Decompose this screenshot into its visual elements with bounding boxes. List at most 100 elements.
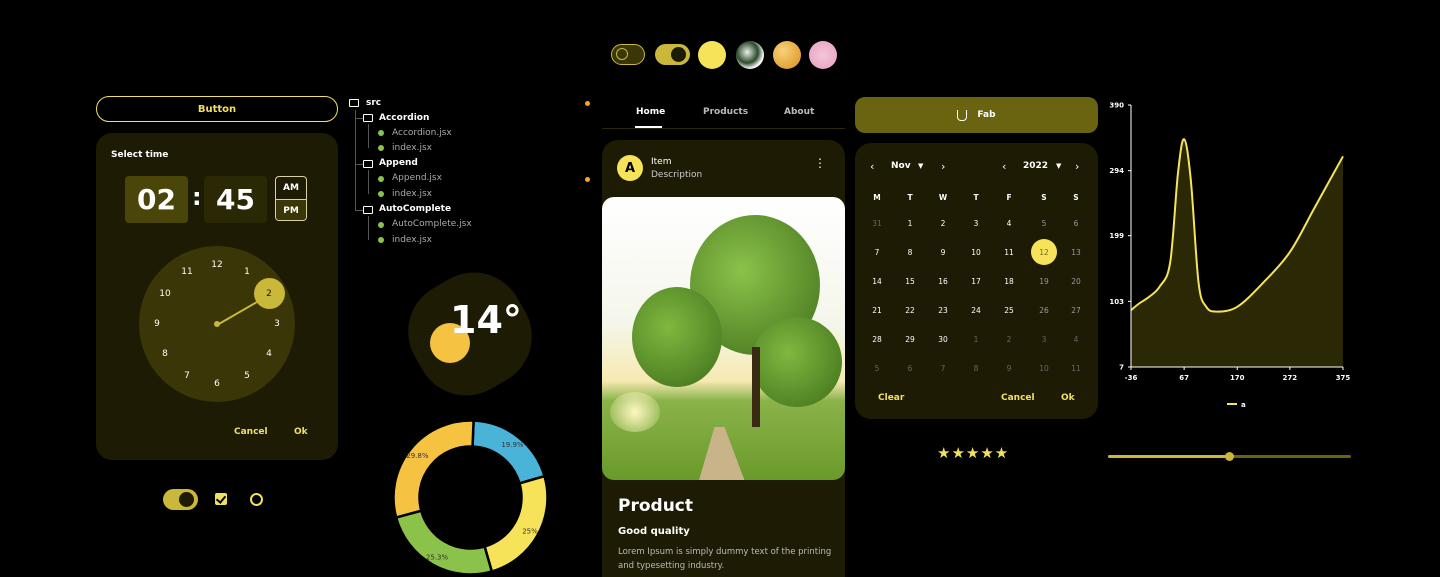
pm-option[interactable]: PM [276, 200, 306, 220]
calendar-day[interactable]: 7 [864, 239, 890, 265]
outline-button[interactable]: Button [96, 96, 338, 122]
calendar-day[interactable]: 4 [996, 210, 1022, 236]
clock-face[interactable]: 12 1 2 3 4 5 6 7 8 9 10 11 [139, 246, 295, 402]
tab-home[interactable]: Home [636, 107, 665, 117]
checkbox[interactable] [215, 493, 227, 505]
radio-button[interactable] [250, 493, 263, 506]
tree-root[interactable]: src [366, 98, 381, 108]
tree-file[interactable]: index.jsx [392, 189, 432, 199]
chevron-down-icon[interactable]: ▼ [918, 162, 923, 170]
month-select[interactable]: Nov [891, 161, 911, 171]
calendar-day[interactable]: 7 [930, 355, 956, 381]
tree-file[interactable]: Append.jsx [392, 173, 442, 183]
calendar-day[interactable]: 15 [897, 268, 923, 294]
calendar-day[interactable]: 30 [930, 326, 956, 352]
fab-button[interactable]: Fab [855, 97, 1098, 133]
clock-number[interactable]: 2 [262, 289, 276, 299]
calendar-day[interactable]: 24 [963, 297, 989, 323]
tree-folder[interactable]: AutoComplete [379, 204, 451, 214]
switch[interactable] [163, 489, 198, 510]
prev-month-icon[interactable]: ‹ [870, 160, 874, 173]
clock-number[interactable]: 1 [240, 267, 254, 277]
calendar-day[interactable]: 1 [897, 210, 923, 236]
donut-slice[interactable] [471, 419, 547, 485]
clock-number[interactable]: 11 [180, 267, 194, 277]
am-option[interactable]: AM [276, 177, 306, 200]
calendar-day[interactable]: 10 [1031, 355, 1057, 381]
calendar-day[interactable]: 8 [897, 239, 923, 265]
color-swatch-pink[interactable] [809, 41, 837, 69]
donut-slice[interactable] [483, 474, 548, 574]
tree-folder[interactable]: Accordion [379, 113, 429, 123]
hour-field[interactable]: 02 [125, 176, 188, 223]
clock-number[interactable]: 9 [150, 319, 164, 329]
slider-thumb[interactable] [1225, 452, 1234, 461]
color-swatch-yellow[interactable] [698, 41, 726, 69]
star-rating[interactable]: ★★★★★ [937, 444, 1009, 462]
clock-number[interactable]: 7 [180, 371, 194, 381]
calendar-day[interactable]: 3 [1031, 326, 1057, 352]
clock-number[interactable]: 8 [158, 349, 172, 359]
calendar-day[interactable]: 10 [963, 239, 989, 265]
time-ok-button[interactable]: Ok [294, 427, 308, 437]
calendar-day[interactable]: 20 [1063, 268, 1089, 294]
calendar-day[interactable]: 14 [864, 268, 890, 294]
calendar-day[interactable]: 2 [996, 326, 1022, 352]
calendar-day[interactable]: 16 [930, 268, 956, 294]
next-month-icon[interactable]: › [941, 160, 945, 173]
color-swatch-orange[interactable] [773, 41, 801, 69]
clock-number[interactable]: 12 [210, 260, 224, 270]
tree-folder[interactable]: Append [379, 158, 418, 168]
prev-year-icon[interactable]: ‹ [1002, 160, 1006, 173]
time-cancel-button[interactable]: Cancel [234, 427, 268, 437]
calendar-day[interactable]: 19 [1031, 268, 1057, 294]
tree-file[interactable]: AutoComplete.jsx [392, 219, 472, 229]
calendar-day[interactable]: 2 [930, 210, 956, 236]
theme-toggle-light[interactable] [655, 44, 690, 65]
calendar-cancel-button[interactable]: Cancel [1001, 393, 1035, 403]
donut-slice[interactable] [394, 509, 494, 576]
clock-number[interactable]: 10 [158, 289, 172, 299]
calendar-day[interactable]: 11 [1063, 355, 1089, 381]
clock-number[interactable]: 6 [210, 379, 224, 389]
calendar-day[interactable]: 5 [864, 355, 890, 381]
calendar-day[interactable]: 26 [1031, 297, 1057, 323]
color-swatch-leaf[interactable] [736, 41, 764, 69]
clock-number[interactable]: 3 [270, 319, 284, 329]
calendar-day[interactable]: 18 [996, 268, 1022, 294]
next-year-icon[interactable]: › [1075, 160, 1079, 173]
year-select[interactable]: 2022 [1023, 161, 1048, 171]
tree-file[interactable]: index.jsx [392, 143, 432, 153]
calendar-day[interactable]: 17 [963, 268, 989, 294]
calendar-day[interactable]: 27 [1063, 297, 1089, 323]
tab-products[interactable]: Products [703, 107, 748, 117]
calendar-day[interactable]: 6 [1063, 210, 1089, 236]
donut-slice[interactable] [393, 419, 475, 519]
more-icon[interactable]: ⋮ [814, 157, 826, 175]
clock-number[interactable]: 5 [240, 371, 254, 381]
calendar-day[interactable]: 11 [996, 239, 1022, 265]
calendar-clear-button[interactable]: Clear [878, 393, 904, 403]
calendar-day[interactable]: 6 [897, 355, 923, 381]
calendar-day[interactable]: 31 [864, 210, 890, 236]
calendar-ok-button[interactable]: Ok [1061, 393, 1075, 403]
calendar-day[interactable]: 22 [897, 297, 923, 323]
calendar-day[interactable]: 8 [963, 355, 989, 381]
calendar-day[interactable]: 12 [1031, 239, 1057, 265]
tree-file[interactable]: Accordion.jsx [392, 128, 452, 138]
calendar-day[interactable]: 3 [963, 210, 989, 236]
clock-number[interactable]: 4 [262, 349, 276, 359]
calendar-day[interactable]: 1 [963, 326, 989, 352]
tree-file[interactable]: index.jsx [392, 235, 432, 245]
calendar-day[interactable]: 21 [864, 297, 890, 323]
minute-field[interactable]: 45 [204, 176, 267, 223]
calendar-day[interactable]: 25 [996, 297, 1022, 323]
calendar-day[interactable]: 9 [996, 355, 1022, 381]
calendar-day[interactable]: 23 [930, 297, 956, 323]
calendar-day[interactable]: 29 [897, 326, 923, 352]
calendar-day[interactable]: 13 [1063, 239, 1089, 265]
am-pm-toggle[interactable]: AM PM [275, 176, 307, 221]
calendar-day[interactable]: 28 [864, 326, 890, 352]
calendar-day[interactable]: 5 [1031, 210, 1057, 236]
calendar-day[interactable]: 9 [930, 239, 956, 265]
